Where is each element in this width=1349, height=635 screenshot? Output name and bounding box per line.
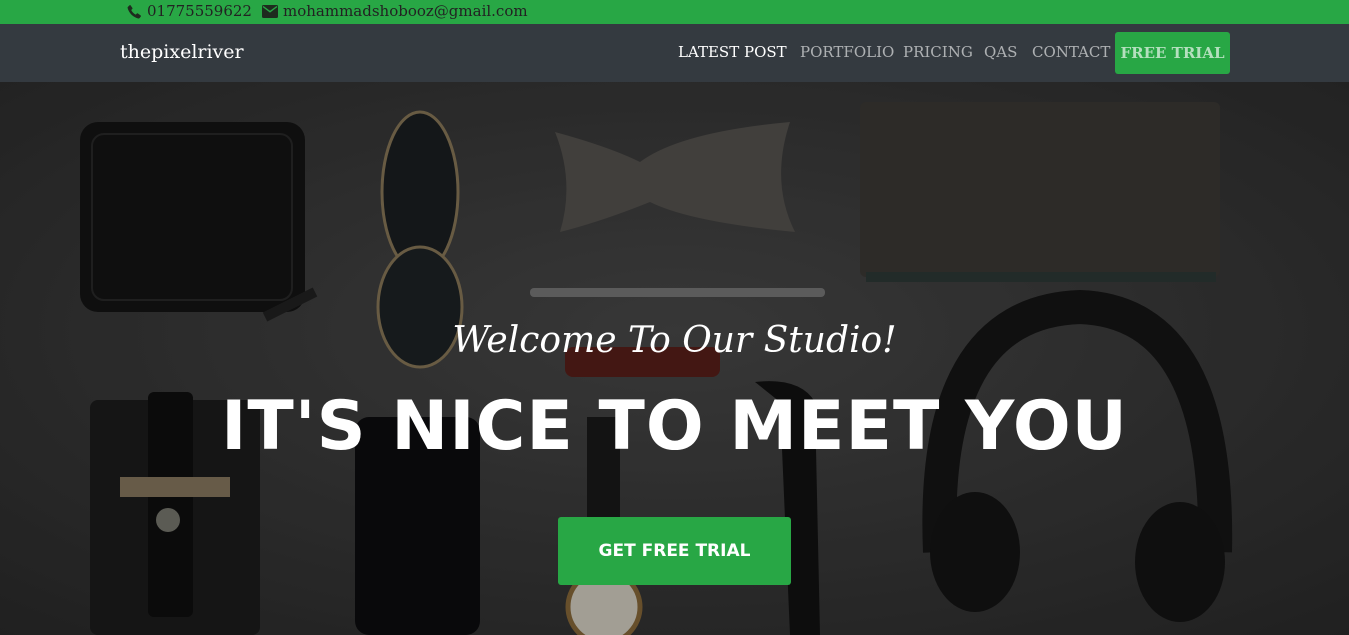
hero-title: IT'S NICE TO MEET YOU	[221, 387, 1128, 466]
get-free-trial-button[interactable]: GET FREE TRIAL	[558, 517, 791, 585]
email-contact[interactable]: mohammadshobooz@gmail.com	[262, 2, 528, 20]
nav-link-qas[interactable]: QAS	[984, 43, 1017, 61]
phone-number: 01775559622	[147, 2, 252, 20]
hero-subtitle: Welcome To Our Studio!	[452, 320, 897, 361]
nav-link-pricing[interactable]: PRICING	[903, 43, 973, 61]
nav-link-latest-post[interactable]: LATEST POST	[678, 43, 787, 61]
contact-bar: 01775559622 mohammadshobooz@gmail.com	[0, 0, 1349, 24]
envelope-icon	[262, 4, 278, 18]
free-trial-nav-button[interactable]: FREE TRIAL	[1115, 32, 1230, 74]
brand-logo[interactable]: thepixelriver	[120, 41, 244, 63]
phone-contact[interactable]: 01775559622	[127, 2, 252, 20]
email-address: mohammadshobooz@gmail.com	[283, 2, 528, 20]
nav-link-contact[interactable]: CONTACT	[1032, 43, 1110, 61]
phone-icon	[127, 4, 142, 19]
main-navbar: thepixelriver LATEST POST PORTFOLIO PRIC…	[0, 24, 1349, 82]
nav-link-portfolio[interactable]: PORTFOLIO	[800, 43, 894, 61]
hero-section: Welcome To Our Studio! IT'S NICE TO MEET…	[0, 82, 1349, 635]
